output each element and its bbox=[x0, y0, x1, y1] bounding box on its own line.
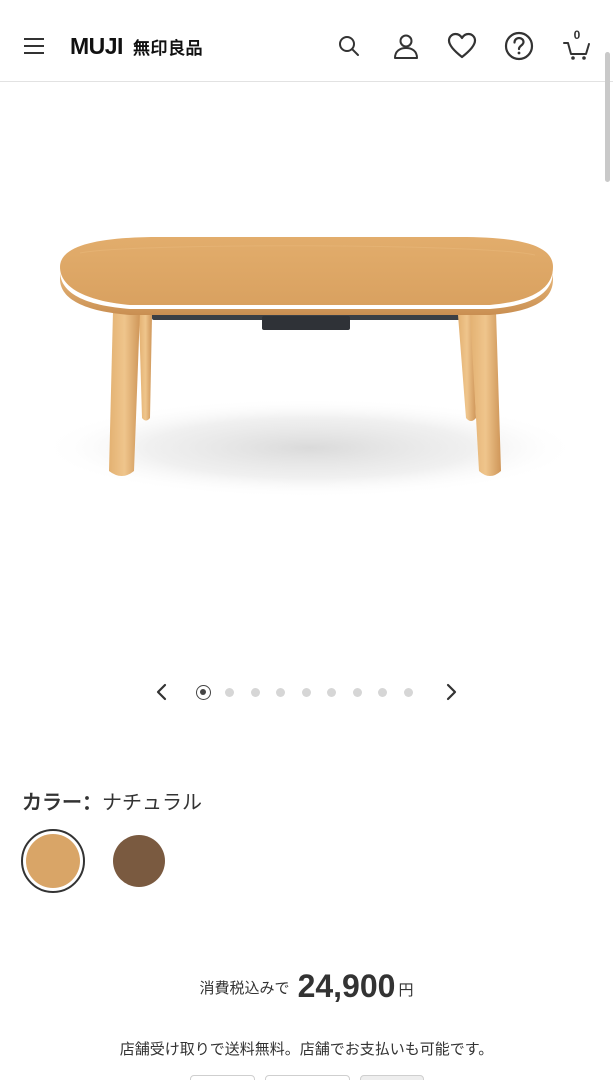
carousel-dot-9[interactable] bbox=[404, 688, 413, 697]
search-icon[interactable] bbox=[333, 30, 365, 62]
carousel-dot-1[interactable] bbox=[196, 685, 211, 700]
logo-brand-jp: 無印良品 bbox=[132, 39, 203, 59]
muji-logo[interactable]: MUJI 無印良品 bbox=[70, 33, 203, 60]
store-pickup-note: 店舗受け取りで送料無料。店舗でお支払いも可能です。 bbox=[119, 1040, 494, 1058]
menu-icon[interactable] bbox=[24, 36, 46, 56]
carousel-dot-6[interactable] bbox=[327, 688, 336, 697]
user-icon[interactable] bbox=[390, 30, 422, 62]
help-icon[interactable] bbox=[503, 30, 535, 62]
cart-count: 0 bbox=[573, 28, 581, 42]
price-amount: 24,900 bbox=[297, 968, 396, 1004]
option-button-2[interactable] bbox=[265, 1075, 350, 1080]
product-image[interactable] bbox=[0, 83, 613, 653]
carousel-dot-3[interactable] bbox=[251, 688, 260, 697]
swatch-brown-fill bbox=[113, 835, 165, 887]
logo-brand-en: MUJI bbox=[70, 33, 123, 59]
color-selection-label: カラー：ナチュラル bbox=[22, 786, 202, 815]
heart-icon[interactable] bbox=[446, 30, 478, 62]
carousel-dot-4[interactable] bbox=[276, 688, 285, 697]
tax-included-label: 消費税込みで bbox=[199, 979, 290, 997]
carousel-dot-8[interactable] bbox=[378, 688, 387, 697]
color-swatch-brown[interactable] bbox=[107, 829, 171, 893]
carousel-prev-button[interactable] bbox=[150, 680, 174, 704]
option-button-1[interactable] bbox=[190, 1075, 255, 1080]
carousel-dot-5[interactable] bbox=[302, 688, 311, 697]
carousel-dot-2[interactable] bbox=[225, 688, 234, 697]
site-header: MUJI 無印良品 0 bbox=[0, 0, 613, 82]
carousel-next-button[interactable] bbox=[439, 680, 463, 704]
carousel-dot-7[interactable] bbox=[353, 688, 362, 697]
currency-label: 円 bbox=[398, 981, 414, 999]
option-button-3[interactable] bbox=[360, 1075, 424, 1080]
color-label: カラー： bbox=[22, 790, 102, 814]
cart-icon[interactable]: 0 bbox=[561, 28, 593, 62]
swatch-natural-fill bbox=[26, 834, 80, 888]
price: 消費税込みで 24,900 円 bbox=[0, 968, 613, 1005]
image-carousel bbox=[0, 676, 613, 708]
color-value: ナチュラル bbox=[102, 790, 202, 814]
color-swatch-natural[interactable] bbox=[21, 829, 85, 893]
